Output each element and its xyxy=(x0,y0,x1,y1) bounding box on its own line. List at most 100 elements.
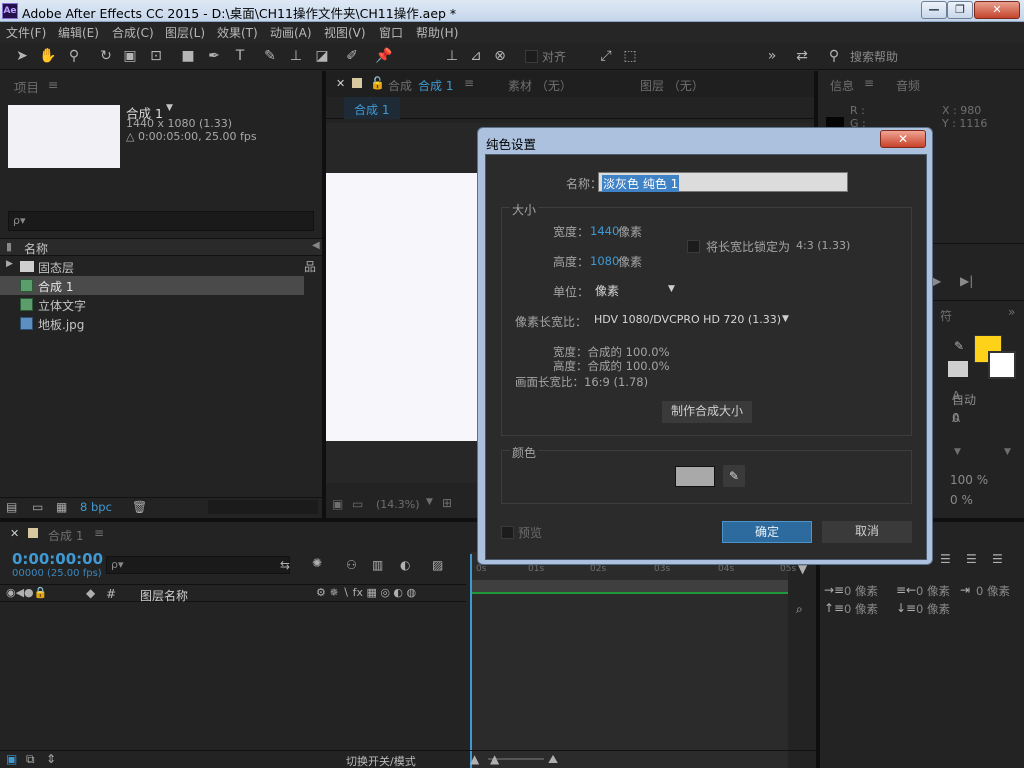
puppet-pin-tool-icon[interactable]: 📌 xyxy=(374,46,394,66)
search-help-input[interactable]: 搜索帮助 xyxy=(850,48,898,65)
units-dropdown[interactable]: 像素 ▼ xyxy=(590,279,682,301)
zoom-in-small-icon[interactable]: ▲ xyxy=(470,752,479,766)
chevron-down-icon[interactable]: ▼ xyxy=(1004,447,1011,457)
expand-transfer-controls-icon[interactable]: ⧉ xyxy=(26,752,35,767)
type-tool-icon[interactable]: T xyxy=(230,46,250,66)
timeline-search-input[interactable]: ρ▾ xyxy=(106,556,290,574)
always-preview-icon[interactable]: ▣ xyxy=(332,497,343,511)
lock-aspect-checkbox[interactable] xyxy=(687,240,700,253)
shy-layers-icon[interactable]: ⚇ xyxy=(346,558,357,572)
breadcrumb[interactable]: 合成 1 xyxy=(354,101,389,118)
search-help-icon[interactable]: ⚲ xyxy=(824,46,844,66)
panel-menu-icon[interactable]: ≡ xyxy=(48,77,58,92)
space-before-value[interactable]: 0 像素 xyxy=(844,601,878,617)
zoom-in-large-icon[interactable]: ⛰ xyxy=(548,752,558,767)
magnification-dropdown[interactable]: (14.3%) xyxy=(376,498,420,511)
menu-layer[interactable]: 图层(L) xyxy=(165,24,205,41)
motion-blur-icon[interactable]: ◐ xyxy=(400,558,410,572)
region-of-interest-icon[interactable]: ⊞ xyxy=(442,496,452,510)
width-value[interactable]: 1440 xyxy=(590,224,619,238)
eraser-tool-icon[interactable]: ◪ xyxy=(312,46,332,66)
rectangle-tool-icon[interactable]: ■ xyxy=(178,46,198,66)
justify-center-icon[interactable]: ☰ xyxy=(966,552,977,566)
comp-dropdown-icon[interactable]: ▼ xyxy=(166,103,173,113)
eyedropper-icon[interactable]: ✎ xyxy=(954,339,964,353)
sync-settings-icon[interactable]: ⇄ xyxy=(792,46,812,66)
snap-checkbox[interactable] xyxy=(525,50,538,63)
selection-tool-icon[interactable]: ➤ xyxy=(12,46,32,66)
new-folder-icon[interactable]: ▭ xyxy=(32,500,43,514)
chevron-down-icon[interactable]: ▼ xyxy=(954,447,961,457)
height-value[interactable]: 1080 xyxy=(590,254,619,268)
label-column-icon[interactable]: ▮ xyxy=(6,240,12,253)
panel-menu-icon[interactable]: ≡ xyxy=(864,76,874,90)
project-item-image[interactable]: 地板.jpg xyxy=(0,314,304,333)
av-switches-icon[interactable]: ◉◀●🔒 xyxy=(6,586,47,599)
project-tab[interactable]: 项目 xyxy=(14,77,39,96)
first-line-indent-value[interactable]: 0 像素 xyxy=(976,583,1010,599)
interpret-footage-icon[interactable]: ▤ xyxy=(6,500,17,514)
project-scrollbar[interactable] xyxy=(208,500,318,514)
stroke-color-swatch[interactable] xyxy=(988,351,1016,379)
zoom-out-icon[interactable]: ⌕ xyxy=(796,602,803,617)
menu-edit[interactable]: 编辑(E) xyxy=(58,24,99,41)
panel-menu-icon[interactable]: ≡ xyxy=(464,76,474,90)
ok-button[interactable]: 确定 xyxy=(722,521,812,543)
vertical-scale-value[interactable]: 100 % xyxy=(950,473,988,487)
info-tab[interactable]: 信息 xyxy=(830,77,854,94)
character-tab[interactable]: 符 xyxy=(940,307,952,324)
layer-tab[interactable]: 图层 （无） xyxy=(640,77,704,94)
timeline-comp-tab[interactable]: 合成 1 xyxy=(48,527,83,544)
expand-layer-switches-icon[interactable]: ▣ xyxy=(6,752,17,766)
time-graph-area[interactable]: 0s 01s 02s 03s 04s 05s xyxy=(470,552,796,768)
space-after-value[interactable]: 0 像素 xyxy=(916,601,950,617)
new-comp-icon[interactable]: ▦ xyxy=(56,500,67,514)
eyedropper-icon[interactable]: ✎ xyxy=(723,465,745,487)
snap-features-icon[interactable]: ⬚ xyxy=(620,46,640,66)
pixel-aspect-dropdown[interactable]: HDV 1080/DVCPRO HD 720 (1.33) ▼ xyxy=(590,309,798,331)
play-icon[interactable]: ▶ xyxy=(932,274,941,288)
zoom-slider-handle[interactable]: ▲ xyxy=(490,752,499,766)
project-item-comp[interactable]: 立体文字 xyxy=(0,295,304,314)
trash-icon[interactable]: 🗑 xyxy=(132,500,147,514)
menu-effect[interactable]: 效果(T) xyxy=(217,24,258,41)
minimize-button[interactable]: — xyxy=(921,1,947,19)
axis-world-icon[interactable]: ⊿ xyxy=(466,46,486,66)
axis-view-icon[interactable]: ⊗ xyxy=(490,46,510,66)
solid-name-field[interactable]: 淡灰色 纯色 1 xyxy=(598,172,848,192)
layer-number-column[interactable]: # xyxy=(106,587,116,601)
footage-tab[interactable]: 素材 （无） xyxy=(508,77,572,94)
layer-switches-icon[interactable]: ⚙ ✵ ∖ fx ▦ ◎ ◐ ◍ xyxy=(316,586,416,599)
pan-behind-tool-icon[interactable]: ⊡ xyxy=(146,46,166,66)
panel-overflow-icon[interactable]: » xyxy=(1008,305,1015,319)
current-time-indicator[interactable] xyxy=(470,554,472,768)
menu-view[interactable]: 视图(V) xyxy=(324,24,366,41)
expand-in-out-icon[interactable]: ⇕ xyxy=(46,752,56,766)
make-comp-size-button[interactable]: 制作合成大小 xyxy=(662,401,752,423)
preview-checkbox[interactable] xyxy=(501,526,514,539)
clone-stamp-tool-icon[interactable]: ⊥ xyxy=(286,46,306,66)
rotate-tool-icon[interactable]: ↻ xyxy=(96,46,116,66)
close-window-button[interactable]: ✕ xyxy=(974,1,1020,19)
roto-brush-tool-icon[interactable]: ✐ xyxy=(342,46,362,66)
swap-colors-icon[interactable] xyxy=(948,361,968,377)
lock-icon[interactable]: 🔓 xyxy=(370,76,385,90)
project-search-input[interactable]: ρ▾ xyxy=(8,211,314,231)
cancel-button[interactable]: 取消 xyxy=(822,521,912,543)
close-tab-icon[interactable]: ✕ xyxy=(336,77,345,90)
expand-triangle-icon[interactable]: ▶ xyxy=(6,259,13,269)
name-column-header[interactable]: 名称 xyxy=(24,240,48,257)
indent-left-value[interactable]: 0 像素 xyxy=(844,583,878,599)
menu-composition[interactable]: 合成(C) xyxy=(112,24,154,41)
leading-value[interactable]: 自动 xyxy=(952,391,976,408)
restore-button[interactable]: ❐ xyxy=(947,1,973,19)
justify-all-icon[interactable]: ☰ xyxy=(992,552,1003,566)
workspace-overflow-icon[interactable]: » xyxy=(762,46,782,66)
work-area-bar[interactable] xyxy=(470,580,788,594)
current-time-display[interactable]: 0:00:00:00 xyxy=(12,550,103,568)
camera-tool-icon[interactable]: ▣ xyxy=(120,46,140,66)
bit-depth-button[interactable]: 8 bpc xyxy=(80,500,112,514)
collapse-panel-icon[interactable]: ◀ xyxy=(312,240,320,251)
chevron-down-icon[interactable]: ▼ xyxy=(426,497,433,507)
draft-3d-icon[interactable]: ✺ xyxy=(312,556,322,570)
